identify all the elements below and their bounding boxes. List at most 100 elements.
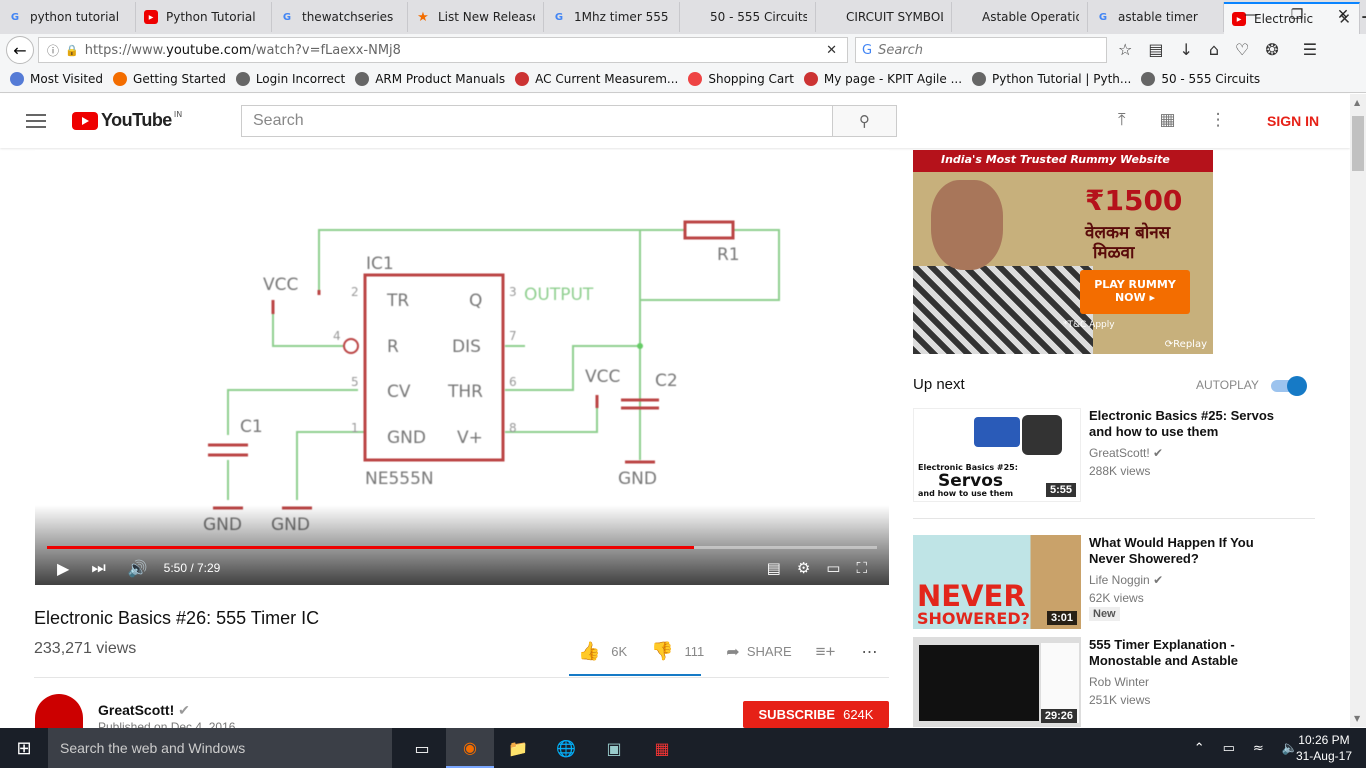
browser-tab[interactable]: Gpython tutorial [0,2,136,32]
upload-icon[interactable]: ⤒ [1118,110,1126,130]
more-vert-icon[interactable]: ⋮ [1210,110,1227,130]
back-button[interactable]: ← [6,36,34,64]
settings-gear-icon[interactable]: ⚙ [797,559,810,577]
firefox-icon[interactable]: ◉ [446,728,494,768]
task-view-icon[interactable]: ▭ [398,728,446,768]
youtube-search-button[interactable]: ⚲ [832,105,897,137]
restore-icon[interactable]: ❐ [1274,0,1320,30]
captions-icon[interactable]: ▤ [767,559,781,577]
bookmark-item[interactable]: 50 - 555 Circuits [1141,72,1260,86]
bookmark-item[interactable]: ARM Product Manuals [355,72,505,86]
verified-icon: ✔ [178,702,190,718]
video-title[interactable]: What Would Happen If You Never Showered? [1089,535,1289,567]
browser-tab[interactable]: G 1Mhz timer 555 [544,2,680,32]
bookmark-item[interactable]: Python Tutorial | Pyth... [972,72,1131,86]
bookmark-favicon-icon [803,72,818,86]
reading-list-icon[interactable]: ▤ [1148,40,1163,59]
chevron-up-icon[interactable]: ⌃ [1194,741,1205,756]
ad-cta-button[interactable]: PLAY RUMMY NOW ▸ [1080,270,1190,314]
tab-title: CIRCUIT SYMBOLS [846,10,943,24]
youtube-play-icon [72,111,98,130]
volume-icon[interactable]: 🔊 [128,559,148,578]
menu-icon[interactable]: ☰ [1303,40,1317,59]
theater-mode-icon[interactable]: ▭ [826,559,840,577]
bookmark-label: My page - KPIT Agile ... [823,72,963,86]
bookmark-item[interactable]: My page - KPIT Agile ... [803,72,963,86]
like-button[interactable]: 👍 6K [578,641,627,662]
minimize-icon[interactable]: — [1228,0,1274,30]
video-title[interactable]: 555 Timer Explanation - Monostable and A… [1089,637,1289,669]
taskbar-search[interactable]: Search the web and Windows [48,728,392,768]
channel-avatar[interactable] [35,694,83,728]
ad-banner[interactable]: India's Most Trusted Rummy Website ₹1500… [913,150,1213,354]
browser-tab[interactable]: 50 - 555 Circuits [680,2,816,32]
play-icon[interactable]: ▶ [57,559,69,578]
dislike-button[interactable]: 👎 111 [651,641,704,662]
scroll-down-icon[interactable]: ▼ [1354,714,1360,723]
bookmark-item[interactable]: Most Visited [10,72,103,86]
bookmark-star-icon[interactable]: ☆ [1118,40,1132,59]
scroll-up-icon[interactable]: ▲ [1354,98,1360,107]
file-explorer-icon[interactable]: 📁 [494,728,542,768]
download-icon[interactable]: ↓ [1179,40,1192,59]
fullscreen-icon[interactable]: ⛶ [856,559,867,577]
vcc-label-right: VCC [585,367,620,387]
toolbar-icons: ☆ ▤ ↓ ⌂ ♡ ❂ ☰ [1118,40,1317,59]
search-icon: G [862,42,873,58]
subscribe-button[interactable]: SUBSCRIBE 624K [743,701,889,728]
extension-icon[interactable]: ❂ [1265,40,1278,59]
bookmark-item[interactable]: Getting Started [113,72,226,86]
youtube-search-input[interactable]: Search [241,105,833,137]
browser-tab[interactable]: ▶ Python Tutorial [136,2,272,32]
battery-icon[interactable]: ▭ [1223,741,1235,756]
video-thumbnail[interactable]: NEVER SHOWERED? 3:01 [913,535,1081,629]
page-scrollbar[interactable]: ▲ ▼ [1350,94,1366,727]
channel-name[interactable]: GreatScott! ✔ [98,702,190,719]
more-options-icon[interactable]: ⋯ [862,642,878,662]
autoplay-toggle[interactable] [1271,376,1307,396]
bookmark-item[interactable]: AC Current Measurem... [515,72,678,86]
window-controls: — ❐ ✕ [1228,0,1366,30]
scroll-thumb[interactable] [1352,116,1364,171]
video-thumbnail[interactable]: Electronic Basics #25: Servos and how to… [913,408,1081,502]
bookmark-favicon-icon [355,72,370,86]
home-icon[interactable]: ⌂ [1209,40,1219,59]
bookmark-item[interactable]: Login Incorrect [235,72,345,86]
browser-tab[interactable]: Gastable timer [1088,2,1224,32]
player-controls: ▶ ⏭ 🔊 5:50 / 7:29 ▤ ⚙ ▭ ⛶ [35,553,889,583]
youtube-logo[interactable]: YouTube IN [72,110,182,131]
browser-tab[interactable]: CIRCUIT SYMBOLS [816,2,952,32]
next-icon[interactable]: ⏭ [91,558,105,578]
browser-tab[interactable]: Astable Operation [952,2,1088,32]
close-window-icon[interactable]: ✕ [1320,0,1366,30]
system-clock[interactable]: 10:26 PM 31-Aug-17 [1296,732,1352,764]
video-player[interactable]: IC1 NE555N VCC VCC OUTPUT R1 C1 C2 GND G… [35,150,889,585]
clear-url-icon[interactable]: ✕ [826,43,837,58]
browser-search-field[interactable]: G Search [855,37,1107,63]
search-icon: ⚲ [859,112,870,130]
add-to-playlist-icon[interactable]: ≡+ [816,642,836,662]
browser-tab[interactable]: Gthewatchseries [272,2,408,32]
ad-amount: ₹1500 [1085,184,1183,217]
share-button[interactable]: ➦ SHARE [726,642,791,662]
progress-bar[interactable] [47,546,877,549]
pdf-reader-icon[interactable]: ▦ [638,728,686,768]
hamburger-menu-icon[interactable] [26,114,46,132]
ad-replay[interactable]: ⟳Replay [1165,339,1207,350]
bookmark-item[interactable]: Shopping Cart [688,72,794,86]
url-bar[interactable]: ⓘ 🔒 https://www. youtube.com/watch?v=fLae… [38,37,848,63]
browser-tab[interactable]: ★ List New Releases [408,2,544,32]
pin-number-6: 6 [509,375,517,389]
browser-globe-icon[interactable]: 🌐 [542,728,590,768]
video-thumbnail[interactable]: 29:26 [913,637,1081,727]
pocket-icon[interactable]: ♡ [1235,40,1249,59]
video-title[interactable]: Electronic Basics #25: Servos and how to… [1089,408,1289,440]
header-actions: ⤒ ▦ ⋮ [1118,110,1227,130]
windows-start-icon[interactable]: ⊞ [0,728,48,768]
wifi-icon[interactable]: ≈ [1253,741,1264,756]
view-count: 233,271 views [34,640,137,657]
bookmark-label: Most Visited [30,72,104,86]
apps-grid-icon[interactable]: ▦ [1160,110,1176,130]
sign-in-button[interactable]: SIGN IN [1267,113,1319,129]
control-panel-icon[interactable]: ▣ [590,728,638,768]
